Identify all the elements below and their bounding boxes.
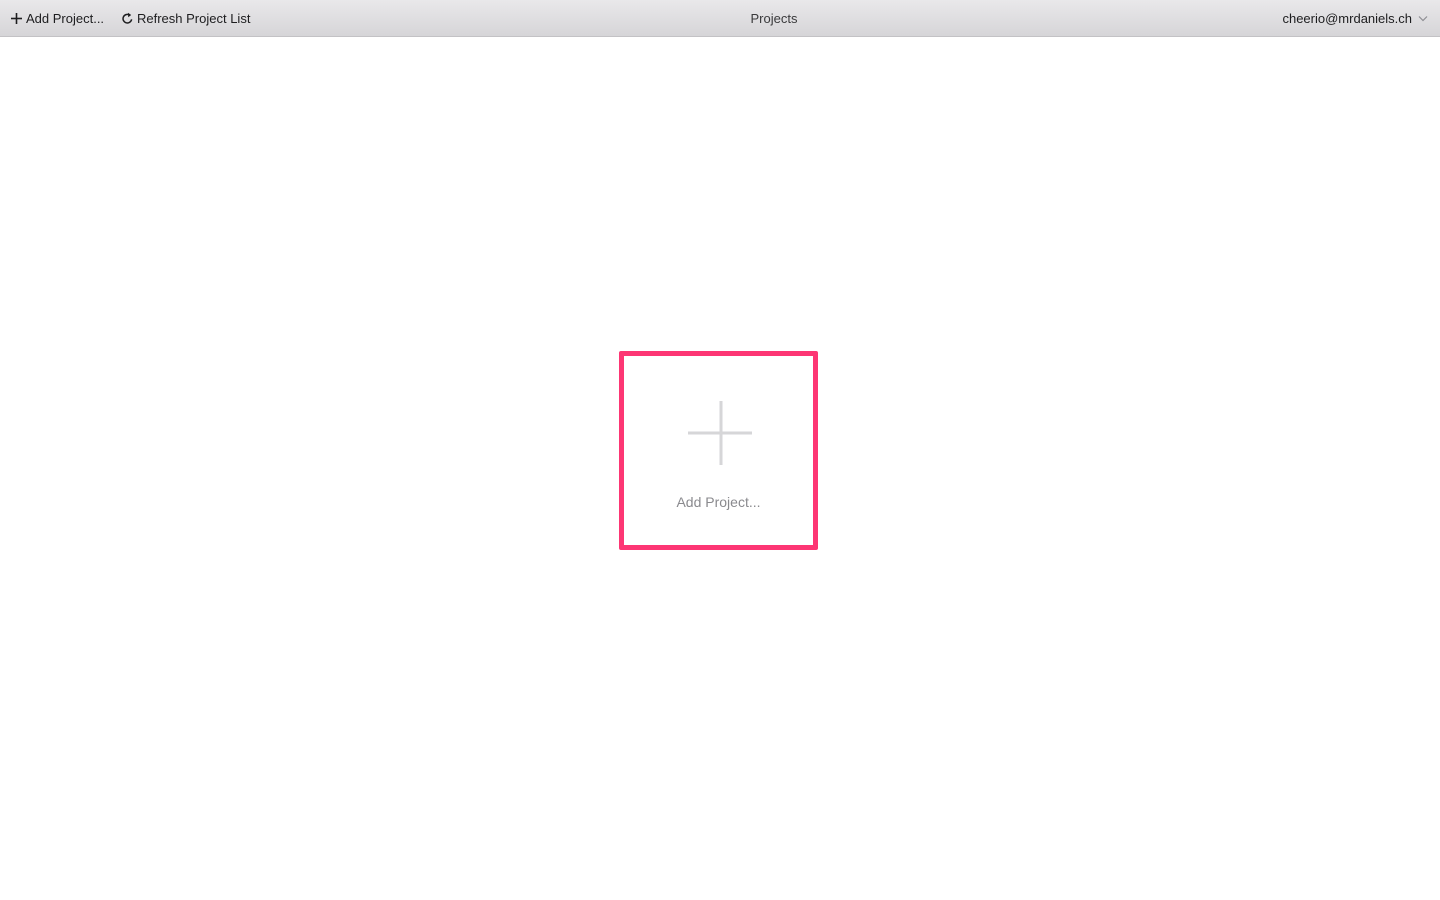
refresh-project-list-label: Refresh Project List [137, 11, 251, 26]
add-project-card-label: Add Project... [676, 494, 761, 510]
account-email: cheerio@mrdaniels.ch [1282, 11, 1412, 26]
add-project-label: Add Project... [26, 11, 105, 26]
plus-icon [9, 12, 23, 26]
refresh-icon [120, 12, 134, 26]
refresh-project-list-button[interactable]: Refresh Project List [120, 0, 250, 37]
account-menu[interactable]: cheerio@mrdaniels.ch [1282, 0, 1428, 37]
chevron-down-icon [1418, 15, 1428, 22]
add-project-button[interactable]: Add Project... [9, 0, 104, 37]
toolbar: Add Project... Refresh Project List Proj… [0, 0, 1440, 37]
add-project-card[interactable]: Add Project... [619, 351, 818, 550]
window-title-text: Projects [750, 11, 798, 26]
plus-icon [688, 401, 752, 465]
